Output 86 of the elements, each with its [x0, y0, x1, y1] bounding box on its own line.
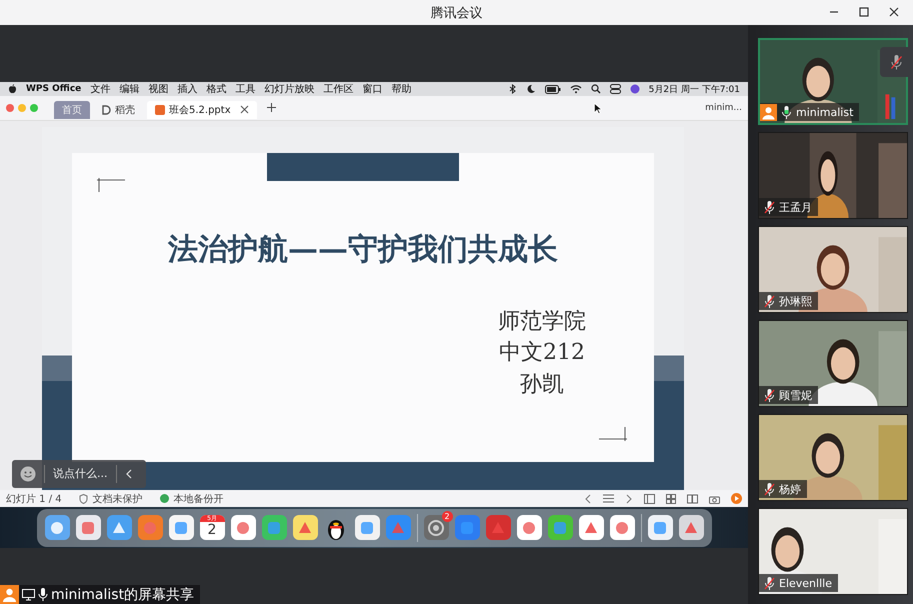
- tab[interactable]: 稻壳: [94, 100, 143, 119]
- zoom-dot-icon[interactable]: [30, 104, 38, 112]
- slides-file-icon: [155, 104, 165, 115]
- app-icon[interactable]: [610, 515, 634, 540]
- menu-item[interactable]: 文件: [90, 82, 110, 96]
- participant-name: 顾雪妮: [779, 388, 812, 402]
- mic-icon: [38, 588, 48, 601]
- backup-icon: [160, 494, 169, 504]
- d-letter-icon: [102, 104, 111, 115]
- app-icon[interactable]: [76, 515, 100, 540]
- app-icon[interactable]: [44, 515, 70, 540]
- backup-status[interactable]: 本地备份开: [174, 492, 224, 506]
- video-tile[interactable]: 王孟月: [758, 132, 908, 219]
- menu-item[interactable]: 格式: [206, 82, 226, 96]
- apple-icon: [8, 84, 17, 94]
- chevron-left-icon[interactable]: [584, 494, 592, 504]
- participant-name: minimalist: [796, 106, 854, 118]
- menu-item[interactable]: 窗口: [362, 82, 382, 96]
- play-icon[interactable]: [731, 493, 742, 504]
- share-label: minimalist的屏幕共享: [51, 586, 194, 604]
- participant-name: 杨婷: [779, 482, 801, 496]
- bluetooth-icon[interactable]: [508, 84, 517, 94]
- video-tile[interactable]: 顾雪妮: [758, 320, 908, 407]
- screen-share-icon: [22, 588, 35, 600]
- muted-mic-icon: [890, 54, 903, 70]
- participant-name: Elevenllle: [779, 576, 832, 590]
- menu-item[interactable]: 幻灯片放映: [264, 82, 314, 96]
- app-icon[interactable]: [678, 515, 704, 540]
- search-icon[interactable]: [590, 84, 601, 94]
- list-icon[interactable]: [603, 494, 614, 504]
- slide-text: 中文212: [499, 339, 585, 367]
- book-icon[interactable]: [687, 494, 698, 504]
- account-name[interactable]: minim...: [705, 102, 742, 113]
- app-icon[interactable]: [354, 515, 380, 540]
- slide-title: 法治护航——守护我们共成长: [168, 230, 558, 269]
- chat-bar[interactable]: 说点什么...: [12, 460, 146, 488]
- video-tile[interactable]: 杨婷: [758, 414, 908, 501]
- cursor-icon: [594, 103, 602, 114]
- tab[interactable]: 班会5.2.pptx: [147, 100, 257, 119]
- slide-text: 孙凯: [520, 370, 564, 398]
- wifi-icon[interactable]: [570, 84, 582, 94]
- chevron-right-icon[interactable]: [625, 494, 633, 504]
- protection-status[interactable]: 文档未保护: [92, 492, 143, 506]
- normal-view-icon[interactable]: [644, 494, 655, 504]
- chat-placeholder[interactable]: 说点什么...: [53, 466, 108, 482]
- close-icon[interactable]: [889, 7, 899, 17]
- close-icon[interactable]: [240, 105, 249, 114]
- menu-item[interactable]: 工具: [235, 82, 256, 96]
- add-tab-icon[interactable]: [267, 103, 276, 112]
- app-icon[interactable]: [516, 515, 542, 540]
- toggle-icon[interactable]: [610, 84, 621, 94]
- app-icon[interactable]: [648, 515, 672, 540]
- menu-item[interactable]: 编辑: [119, 82, 140, 96]
- menu-item[interactable]: 帮助: [391, 82, 412, 96]
- app-icon[interactable]: [292, 515, 318, 540]
- app-icon[interactable]: [230, 515, 256, 540]
- app-icon[interactable]: [168, 515, 194, 540]
- battery-icon[interactable]: [544, 84, 561, 94]
- menu-item[interactable]: WPS Office: [26, 84, 82, 94]
- person-icon: [0, 585, 19, 604]
- notification-badge: 2: [442, 511, 452, 522]
- app-icon[interactable]: [578, 515, 604, 540]
- close-dot-icon[interactable]: [6, 104, 14, 112]
- menu-item[interactable]: 视图: [148, 82, 168, 96]
- minimize-dot-icon[interactable]: [18, 104, 26, 112]
- app-icon[interactable]: [106, 515, 132, 540]
- maximize-icon[interactable]: [859, 7, 869, 17]
- shield-icon: [78, 494, 88, 504]
- circle-icon[interactable]: [630, 84, 640, 94]
- emoji-icon[interactable]: [20, 466, 36, 482]
- menu-item[interactable]: 工作区: [323, 82, 354, 96]
- video-tile[interactable]: 孙琳熙: [758, 226, 908, 313]
- moon-icon[interactable]: [526, 84, 536, 94]
- video-tile[interactable]: minimalist: [758, 38, 908, 125]
- menu-item[interactable]: 插入: [177, 82, 198, 96]
- participant-name: 王孟月: [779, 200, 812, 214]
- camera-icon[interactable]: [709, 494, 720, 504]
- participant-name: 孙琳熙: [779, 294, 812, 308]
- corner-mark: [96, 176, 126, 193]
- slide-text: 师范学院: [498, 308, 586, 336]
- slide-counter: 幻灯片 1 / 4: [6, 492, 62, 506]
- video-tile[interactable]: Elevenllle: [758, 508, 908, 595]
- corner-mark: [598, 426, 628, 442]
- clock: 5月2日 周一 下午7:01: [648, 84, 740, 96]
- grid-view-icon[interactable]: [666, 494, 676, 504]
- window-title: 腾讯会议: [430, 4, 482, 22]
